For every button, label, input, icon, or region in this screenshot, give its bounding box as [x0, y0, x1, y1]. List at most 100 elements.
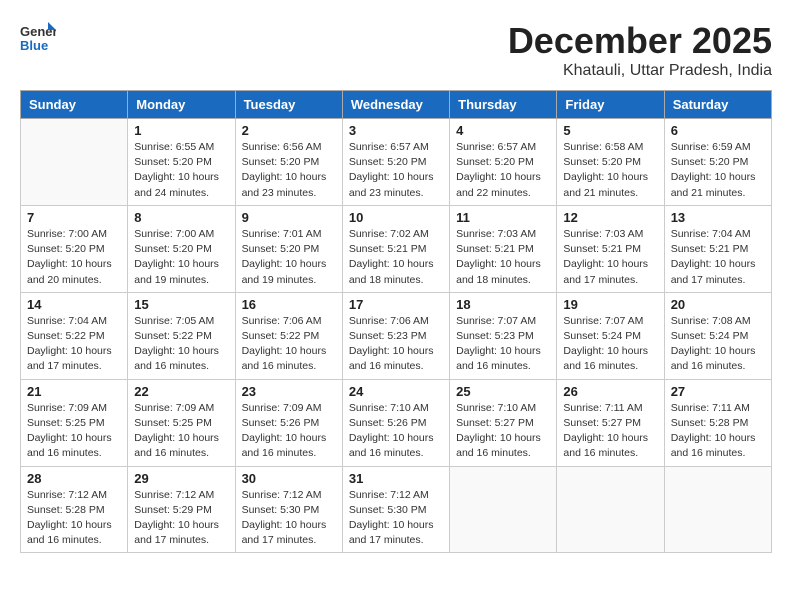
day-info: Sunrise: 7:10 AMSunset: 5:27 PMDaylight:… — [456, 401, 550, 462]
day-number: 5 — [563, 123, 657, 138]
weekday-header-tuesday: Tuesday — [235, 91, 342, 119]
day-info: Sunrise: 6:57 AMSunset: 5:20 PMDaylight:… — [456, 140, 550, 201]
day-number: 18 — [456, 297, 550, 312]
day-info: Sunrise: 6:55 AMSunset: 5:20 PMDaylight:… — [134, 140, 228, 201]
day-cell — [21, 119, 128, 206]
day-cell: 1 Sunrise: 6:55 AMSunset: 5:20 PMDaylight… — [128, 119, 235, 206]
day-cell: 30 Sunrise: 7:12 AMSunset: 5:30 PMDayligh… — [235, 466, 342, 553]
weekday-header-wednesday: Wednesday — [342, 91, 449, 119]
weekday-header-friday: Friday — [557, 91, 664, 119]
day-cell: 13 Sunrise: 7:04 AMSunset: 5:21 PMDayligh… — [664, 205, 771, 292]
day-cell: 23Sunrise: 7:09 AMSunset: 5:26 PMDayligh… — [235, 379, 342, 466]
weekday-header-sunday: Sunday — [21, 91, 128, 119]
day-number: 3 — [349, 123, 443, 138]
day-info: Sunrise: 7:09 AMSunset: 5:25 PMDaylight:… — [27, 401, 121, 462]
weekday-header-thursday: Thursday — [450, 91, 557, 119]
day-number: 26 — [563, 384, 657, 399]
day-cell: 24 Sunrise: 7:10 AMSunset: 5:26 PMDayligh… — [342, 379, 449, 466]
day-info: Sunrise: 7:04 AMSunset: 5:22 PMDaylight:… — [27, 314, 121, 375]
day-cell: 16 Sunrise: 7:06 AMSunset: 5:22 PMDayligh… — [235, 292, 342, 379]
day-number: 14 — [27, 297, 121, 312]
day-number: 16 — [242, 297, 336, 312]
day-number: 28 — [27, 471, 121, 486]
week-row-4: 21Sunrise: 7:09 AMSunset: 5:25 PMDayligh… — [21, 379, 772, 466]
weekday-header-saturday: Saturday — [664, 91, 771, 119]
week-row-1: 1 Sunrise: 6:55 AMSunset: 5:20 PMDaylight… — [21, 119, 772, 206]
day-cell: 6Sunrise: 6:59 AMSunset: 5:20 PMDaylight… — [664, 119, 771, 206]
day-cell: 3 Sunrise: 6:57 AMSunset: 5:20 PMDaylight… — [342, 119, 449, 206]
day-cell: 27 Sunrise: 7:11 AMSunset: 5:28 PMDayligh… — [664, 379, 771, 466]
day-info: Sunrise: 7:03 AMSunset: 5:21 PMDaylight:… — [456, 227, 550, 288]
day-cell: 11 Sunrise: 7:03 AMSunset: 5:21 PMDayligh… — [450, 205, 557, 292]
day-number: 13 — [671, 210, 765, 225]
logo: General Blue — [20, 20, 60, 56]
weekday-header-monday: Monday — [128, 91, 235, 119]
day-info: Sunrise: 7:07 AMSunset: 5:24 PMDaylight:… — [563, 314, 657, 375]
day-number: 22 — [134, 384, 228, 399]
day-number: 29 — [134, 471, 228, 486]
day-info: Sunrise: 6:58 AMSunset: 5:20 PMDaylight:… — [563, 140, 657, 201]
day-cell: 26Sunrise: 7:11 AMSunset: 5:27 PMDayligh… — [557, 379, 664, 466]
day-number: 19 — [563, 297, 657, 312]
day-cell: 8Sunrise: 7:00 AMSunset: 5:20 PMDaylight… — [128, 205, 235, 292]
day-cell: 17Sunrise: 7:06 AMSunset: 5:23 PMDayligh… — [342, 292, 449, 379]
logo-icon: General Blue — [20, 20, 56, 56]
week-row-3: 14 Sunrise: 7:04 AMSunset: 5:22 PMDayligh… — [21, 292, 772, 379]
day-info: Sunrise: 6:56 AMSunset: 5:20 PMDaylight:… — [242, 140, 336, 201]
day-cell: 15 Sunrise: 7:05 AMSunset: 5:22 PMDayligh… — [128, 292, 235, 379]
day-info: Sunrise: 7:04 AMSunset: 5:21 PMDaylight:… — [671, 227, 765, 288]
day-cell: 29 Sunrise: 7:12 AMSunset: 5:29 PMDayligh… — [128, 466, 235, 553]
day-info: Sunrise: 7:03 AMSunset: 5:21 PMDaylight:… — [563, 227, 657, 288]
calendar-table: SundayMondayTuesdayWednesdayThursdayFrid… — [20, 90, 772, 553]
day-cell: 31 Sunrise: 7:12 AMSunset: 5:30 PMDayligh… — [342, 466, 449, 553]
day-info: Sunrise: 6:57 AMSunset: 5:20 PMDaylight:… — [349, 140, 443, 201]
day-cell: 25 Sunrise: 7:10 AMSunset: 5:27 PMDayligh… — [450, 379, 557, 466]
day-cell — [557, 466, 664, 553]
day-cell: 14 Sunrise: 7:04 AMSunset: 5:22 PMDayligh… — [21, 292, 128, 379]
day-info: Sunrise: 7:05 AMSunset: 5:22 PMDaylight:… — [134, 314, 228, 375]
day-number: 31 — [349, 471, 443, 486]
day-number: 7 — [27, 210, 121, 225]
week-row-5: 28Sunrise: 7:12 AMSunset: 5:28 PMDayligh… — [21, 466, 772, 553]
day-info: Sunrise: 7:01 AMSunset: 5:20 PMDaylight:… — [242, 227, 336, 288]
svg-text:Blue: Blue — [20, 38, 48, 53]
day-info: Sunrise: 7:08 AMSunset: 5:24 PMDaylight:… — [671, 314, 765, 375]
day-cell: 22Sunrise: 7:09 AMSunset: 5:25 PMDayligh… — [128, 379, 235, 466]
day-cell — [450, 466, 557, 553]
day-info: Sunrise: 7:10 AMSunset: 5:26 PMDaylight:… — [349, 401, 443, 462]
day-number: 25 — [456, 384, 550, 399]
day-cell: 7 Sunrise: 7:00 AMSunset: 5:20 PMDaylight… — [21, 205, 128, 292]
day-cell: 12 Sunrise: 7:03 AMSunset: 5:21 PMDayligh… — [557, 205, 664, 292]
day-cell: 4 Sunrise: 6:57 AMSunset: 5:20 PMDaylight… — [450, 119, 557, 206]
day-number: 12 — [563, 210, 657, 225]
month-title: December 2025 — [508, 20, 772, 62]
day-number: 4 — [456, 123, 550, 138]
day-info: Sunrise: 7:11 AMSunset: 5:28 PMDaylight:… — [671, 401, 765, 462]
day-number: 17 — [349, 297, 443, 312]
day-info: Sunrise: 7:06 AMSunset: 5:22 PMDaylight:… — [242, 314, 336, 375]
day-number: 27 — [671, 384, 765, 399]
weekday-header-row: SundayMondayTuesdayWednesdayThursdayFrid… — [21, 91, 772, 119]
day-cell: 9Sunrise: 7:01 AMSunset: 5:20 PMDaylight… — [235, 205, 342, 292]
day-info: Sunrise: 7:00 AMSunset: 5:20 PMDaylight:… — [27, 227, 121, 288]
day-number: 10 — [349, 210, 443, 225]
day-number: 2 — [242, 123, 336, 138]
day-cell: 5 Sunrise: 6:58 AMSunset: 5:20 PMDaylight… — [557, 119, 664, 206]
day-info: Sunrise: 7:12 AMSunset: 5:30 PMDaylight:… — [242, 488, 336, 549]
day-number: 15 — [134, 297, 228, 312]
day-number: 30 — [242, 471, 336, 486]
day-info: Sunrise: 7:09 AMSunset: 5:26 PMDaylight:… — [242, 401, 336, 462]
week-row-2: 7 Sunrise: 7:00 AMSunset: 5:20 PMDaylight… — [21, 205, 772, 292]
day-number: 20 — [671, 297, 765, 312]
header: General Blue December 2025 Khatauli, Utt… — [20, 20, 772, 80]
day-cell: 2 Sunrise: 6:56 AMSunset: 5:20 PMDaylight… — [235, 119, 342, 206]
day-info: Sunrise: 7:12 AMSunset: 5:30 PMDaylight:… — [349, 488, 443, 549]
day-cell: 20 Sunrise: 7:08 AMSunset: 5:24 PMDayligh… — [664, 292, 771, 379]
day-cell: 10 Sunrise: 7:02 AMSunset: 5:21 PMDayligh… — [342, 205, 449, 292]
day-number: 11 — [456, 210, 550, 225]
day-info: Sunrise: 7:02 AMSunset: 5:21 PMDaylight:… — [349, 227, 443, 288]
day-info: Sunrise: 7:07 AMSunset: 5:23 PMDaylight:… — [456, 314, 550, 375]
day-number: 24 — [349, 384, 443, 399]
day-info: Sunrise: 7:12 AMSunset: 5:29 PMDaylight:… — [134, 488, 228, 549]
day-number: 1 — [134, 123, 228, 138]
